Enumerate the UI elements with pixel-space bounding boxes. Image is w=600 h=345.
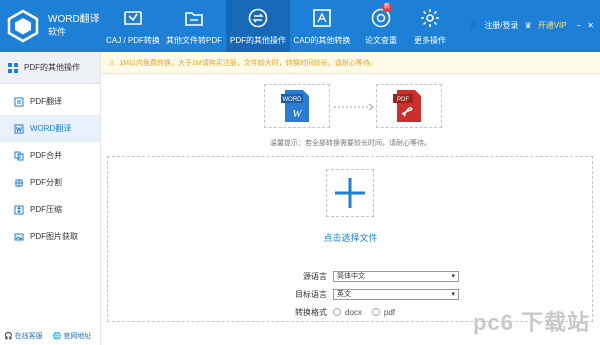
notice-text: 1M以内免费转换，大于1M请购买注册，文件较大时，转换时间较长，请耐心等待。 [119, 59, 377, 67]
svg-text:WORD: WORD [283, 97, 303, 103]
source-format-box: WORD W [264, 84, 330, 128]
close-button[interactable]: ✕ [587, 21, 594, 30]
sidebar-item-word-translate[interactable]: WORD翻译 [0, 115, 100, 142]
new-badge: 新 [381, 3, 392, 12]
notice-bar: ⚠ 1M以内免费转换，大于1M请购买注册，文件较大时，转换时间较长，请耐心等待。 [101, 52, 600, 74]
tip-text: 温馨提示：若全部转换需要较长时间，请耐心等待。 [270, 140, 431, 147]
grid-icon [8, 62, 18, 73]
sidebar-item-label: PDF压缩 [30, 205, 62, 214]
sidebar-item-pdf-compress[interactable]: PDF压缩 [0, 196, 100, 223]
sidebar-item-label: WORD翻译 [30, 124, 72, 133]
sidebar-item-label: PDF合并 [30, 151, 62, 160]
login-link[interactable]: 注册/登录 [484, 20, 518, 31]
top-bar: WORD翻译 软件 CAJ / PDF转换 其他文件转PDF PDF的其他操作 … [0, 0, 600, 52]
svg-text:PDF: PDF [397, 97, 409, 103]
arrow-icon [334, 103, 374, 111]
user-icon: 👤 [468, 21, 479, 30]
split-icon [15, 178, 23, 187]
svg-text:W: W [292, 108, 302, 120]
nav-caj-pdf-label: CAJ / PDF转换 [106, 36, 160, 45]
word-translate-icon [14, 124, 24, 133]
nav-cad-convert[interactable]: CAD的其他转换 [290, 0, 354, 52]
source-language-label: 源语言 [303, 271, 327, 281]
sidebar-item-label: PDF分割 [30, 178, 62, 187]
compress-icon [14, 205, 24, 214]
select-file-label[interactable]: 点击选择文件 [101, 231, 600, 244]
nav-caj-pdf[interactable]: CAJ / PDF转换 [104, 0, 162, 52]
format-radio-pdf[interactable]: pdf [371, 308, 395, 317]
sidebar-item-pdf-split[interactable]: PDF分割 [0, 169, 100, 196]
sidebar: PDF的其他操作 PDF翻译 WORD翻译 PDF合并 PDF分割 PDF压缩 … [0, 52, 101, 345]
app-subtitle: 软件 [48, 27, 67, 37]
format-radio-docx[interactable]: docx [333, 308, 362, 317]
image-icon [14, 233, 24, 240]
nav-cad-convert-label: CAD的其他转换 [293, 36, 351, 45]
sidebar-header: PDF的其他操作 [0, 52, 100, 84]
app-title: WORD翻译 [48, 14, 100, 25]
swap-icon [248, 8, 268, 28]
plus-icon [335, 178, 365, 208]
caj-convert-icon [124, 11, 142, 25]
format-label: 转换格式 [295, 307, 327, 317]
vip-icon: ♛ [524, 21, 532, 30]
warning-icon: ⚠ [109, 59, 116, 67]
sidebar-item-label: PDF图片获取 [30, 232, 78, 241]
source-language-select[interactable]: 简体中文 [333, 270, 459, 282]
folder-icon [185, 12, 203, 26]
nav-file-to-pdf[interactable]: 其他文件转PDF [162, 0, 226, 52]
target-format-box: PDF [376, 84, 442, 128]
nav-paper-check[interactable]: 新 论文查重 [354, 0, 408, 52]
sidebar-item-pdf-merge[interactable]: PDF合并 [0, 142, 100, 169]
sidebar-item-pdf-translate[interactable]: PDF翻译 [0, 88, 100, 115]
sidebar-item-label: PDF翻译 [30, 97, 62, 106]
nav-pdf-other[interactable]: PDF的其他操作 [226, 0, 290, 52]
cad-icon [313, 9, 331, 27]
vip-link[interactable]: 开通VIP [538, 20, 567, 31]
minimize-button[interactable]: − [577, 21, 582, 30]
source-language-row: 源语言 简体中文 [101, 270, 600, 282]
target-language-label: 目标语言 [295, 289, 327, 299]
word-file-icon: WORD W [281, 90, 309, 122]
add-file-button[interactable] [326, 169, 374, 217]
gear-icon [421, 9, 439, 27]
online-service-link[interactable]: 🎧 在线客服 [4, 331, 43, 341]
nav-more-label: 更多操作 [414, 36, 446, 45]
nav-paper-check-label: 论文查重 [365, 36, 397, 45]
nav-pdf-other-label: PDF的其他操作 [230, 36, 286, 45]
nav-more[interactable]: 更多操作 [408, 0, 452, 52]
logo-icon [6, 9, 40, 43]
sidebar-item-pdf-image[interactable]: PDF图片获取 [0, 223, 100, 250]
merge-icon [14, 151, 24, 160]
watermark: pc6 下载站 [472, 310, 590, 335]
main-nav: CAJ / PDF转换 其他文件转PDF PDF的其他操作 CAD的其他转换 新… [104, 0, 452, 52]
website-link[interactable]: 🌐 官网地址 [53, 331, 92, 341]
pdf-translate-icon [14, 97, 24, 106]
sidebar-header-label: PDF的其他操作 [24, 63, 80, 72]
target-language-row: 目标语言 英文 [101, 288, 600, 300]
app-logo: WORD翻译 软件 [6, 6, 106, 46]
pdf-file-icon: PDF [393, 90, 421, 122]
target-language-select[interactable]: 英文 [333, 288, 459, 300]
nav-file-to-pdf-label: 其他文件转PDF [166, 36, 222, 45]
